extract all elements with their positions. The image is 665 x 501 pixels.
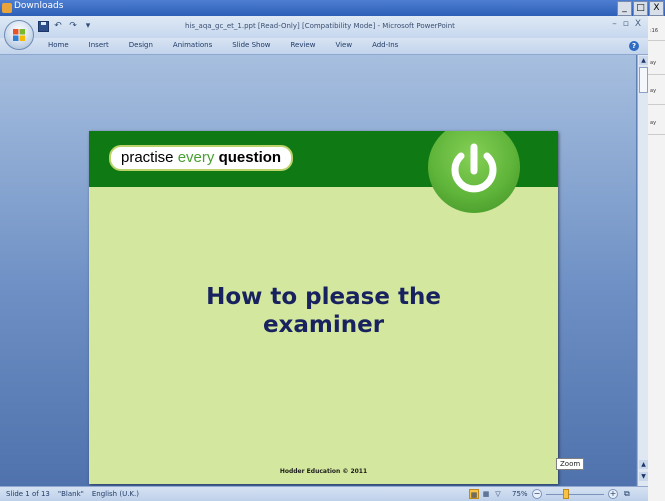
- zoom-slider[interactable]: [546, 494, 604, 495]
- redo-button[interactable]: ↷: [68, 21, 78, 32]
- downloads-icon: [2, 3, 12, 13]
- powerpoint-titlebar[interactable]: ↶ ↷ ▾ his_aqa_gc_et_1.ppt [Read-Only] [C…: [0, 16, 648, 38]
- office-button[interactable]: [4, 20, 34, 50]
- slide-editing-area[interactable]: practise every question How to please th…: [0, 55, 636, 486]
- zoom-in-button[interactable]: +: [608, 489, 618, 499]
- tab-home[interactable]: Home: [48, 41, 69, 49]
- restore-button[interactable]: ▫: [623, 19, 629, 29]
- language[interactable]: English (U.K.): [92, 490, 139, 498]
- bg-maximize-button[interactable]: □: [633, 1, 648, 16]
- side-divider: [648, 104, 665, 105]
- bg-minimize-button[interactable]: _: [617, 1, 632, 16]
- background-window-buttons: _ □ X: [617, 1, 664, 16]
- bg-close-button[interactable]: X: [649, 1, 664, 16]
- fit-to-window-icon[interactable]: ⧉: [624, 489, 630, 499]
- side-item: ay: [650, 88, 657, 94]
- undo-button[interactable]: ↶: [53, 21, 63, 32]
- brand-text-question: question: [218, 149, 282, 166]
- ribbon-tab-bar: Home Insert Design Animations Slide Show…: [0, 38, 648, 55]
- side-divider: [648, 134, 665, 135]
- slide-sorter-icon[interactable]: ▦: [481, 489, 491, 499]
- minimize-button[interactable]: –: [612, 19, 617, 29]
- side-divider: [648, 40, 665, 41]
- power-logo-icon: [428, 131, 520, 213]
- tab-slide-show[interactable]: Slide Show: [232, 41, 270, 49]
- powerpoint-window: ↶ ↷ ▾ his_aqa_gc_et_1.ppt [Read-Only] [C…: [0, 16, 648, 501]
- save-icon: [38, 21, 49, 32]
- quick-access-toolbar: ↶ ↷ ▾: [38, 21, 93, 32]
- ribbon-tabs: Home Insert Design Animations Slide Show…: [48, 41, 418, 49]
- view-buttons: ▦ ▦ ▽: [469, 489, 503, 499]
- save-button[interactable]: [38, 21, 49, 32]
- slide-title-line-2: examiner: [262, 312, 385, 338]
- status-info: Slide 1 of 13 "Blank" English (U.K.): [6, 490, 139, 498]
- help-icon[interactable]: ?: [629, 41, 639, 51]
- zoom-slider-thumb[interactable]: [563, 489, 569, 499]
- scroll-up-icon[interactable]: ▲: [639, 56, 648, 65]
- slide-show-icon[interactable]: ▽: [493, 489, 503, 499]
- slide-footer: Hodder Education © 2011: [279, 468, 368, 475]
- background-window-title: Downloads: [14, 1, 64, 11]
- tab-design[interactable]: Design: [129, 41, 153, 49]
- side-item: :16: [650, 28, 659, 34]
- side-item: ay: [650, 60, 657, 66]
- powerpoint-window-buttons: – ▫ X: [612, 19, 641, 29]
- theme-name: "Blank": [57, 490, 84, 498]
- brand-text-practise: practise: [121, 149, 178, 166]
- vertical-scrollbar[interactable]: ▲ ▲ ▼: [637, 55, 648, 486]
- tab-insert[interactable]: Insert: [89, 41, 109, 49]
- zoom-tooltip: Zoom: [556, 458, 585, 470]
- status-bar: Slide 1 of 13 "Blank" English (U.K.) ▦ ▦…: [0, 486, 648, 501]
- zoom-level[interactable]: 75%: [512, 490, 528, 498]
- background-titlebar[interactable]: Downloads _ □ X: [0, 0, 665, 16]
- window-title: his_aqa_gc_et_1.ppt [Read-Only] [Compati…: [185, 22, 455, 30]
- tab-view[interactable]: View: [335, 41, 352, 49]
- slide-canvas[interactable]: practise every question How to please th…: [89, 131, 558, 484]
- brand-text-every: every: [177, 149, 219, 166]
- slide-title-line-1: How to please the: [206, 284, 441, 310]
- customize-toolbar-button[interactable]: ▾: [83, 21, 93, 32]
- slide-count: Slide 1 of 13: [6, 490, 50, 498]
- brand-logo: practise every question: [109, 145, 294, 171]
- zoom-out-button[interactable]: −: [532, 489, 542, 499]
- tab-animations[interactable]: Animations: [173, 41, 212, 49]
- power-symbol-icon: [451, 143, 497, 193]
- previous-slide-icon[interactable]: ▲: [639, 460, 648, 469]
- background-side-panel: :16 ay ay ay: [647, 16, 665, 501]
- close-button[interactable]: X: [635, 19, 641, 29]
- side-item: ay: [650, 120, 657, 126]
- scroll-thumb[interactable]: [639, 67, 648, 93]
- next-slide-icon[interactable]: ▼: [639, 472, 648, 481]
- side-divider: [648, 74, 665, 75]
- tab-review[interactable]: Review: [290, 41, 315, 49]
- office-logo-icon: [13, 29, 25, 41]
- tab-add-ins[interactable]: Add-Ins: [372, 41, 398, 49]
- slide-title: How to please the examiner: [89, 283, 558, 339]
- normal-view-icon[interactable]: ▦: [469, 489, 479, 499]
